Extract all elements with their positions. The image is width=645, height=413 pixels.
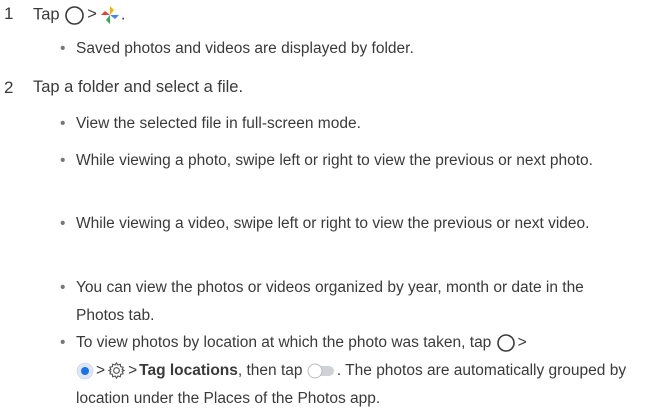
bullet-dot: •	[60, 40, 66, 57]
home-circle-icon	[65, 5, 85, 25]
instruction-text: , then tap	[237, 362, 303, 379]
separator: >	[517, 334, 527, 351]
list-item: • While viewing a photo, swipe left or r…	[60, 147, 630, 175]
step-text: Tap a folder and select a file.	[33, 78, 244, 96]
menu-label: Tag locations	[139, 362, 238, 379]
list-item-text: You can view the photos or videos organi…	[76, 279, 584, 324]
list-item-text: Saved photos and videos are displayed by…	[76, 40, 414, 57]
separator: >	[87, 5, 97, 24]
bullet-dot: •	[60, 215, 66, 232]
period: .	[120, 5, 126, 24]
separator: >	[128, 362, 138, 379]
separator: >	[96, 362, 106, 379]
step-number: 2	[4, 78, 14, 97]
list-item: • View the selected file in full-screen …	[60, 110, 630, 138]
list-item: • While viewing a video, swipe left or r…	[60, 210, 630, 238]
step-text: Tap	[33, 5, 60, 24]
pinwheel-photos-icon	[100, 6, 119, 24]
blue-dot-icon	[76, 362, 94, 380]
list-item-text: While viewing a photo, swipe left or rig…	[76, 152, 593, 169]
list-item: • To view photos by location at which th…	[60, 329, 630, 413]
step-instruction: Tap > .	[33, 4, 125, 26]
list-item-text: View the selected file in full-screen mo…	[76, 115, 361, 132]
step-number: 1	[4, 4, 14, 23]
settings-gear-icon	[107, 362, 126, 380]
list-item-text: To view photos by location at which the …	[60, 329, 630, 413]
bullet-dot: •	[60, 152, 66, 169]
list-item: • You can view the photos or videos orga…	[60, 274, 630, 330]
list-item: • Saved photos and videos are displayed …	[60, 35, 630, 63]
home-circle-icon	[496, 334, 515, 352]
bullet-dot: •	[60, 115, 66, 132]
toggle-switch-icon	[307, 363, 334, 379]
list-item-text: While viewing a video, swipe left or rig…	[76, 215, 590, 232]
bullet-dot: •	[60, 334, 66, 351]
document-page: 1 Tap > . • Saved photos and videos are …	[0, 0, 645, 412]
instruction-text: To view photos by location at which the …	[76, 334, 492, 351]
bullet-dot: •	[60, 279, 66, 296]
